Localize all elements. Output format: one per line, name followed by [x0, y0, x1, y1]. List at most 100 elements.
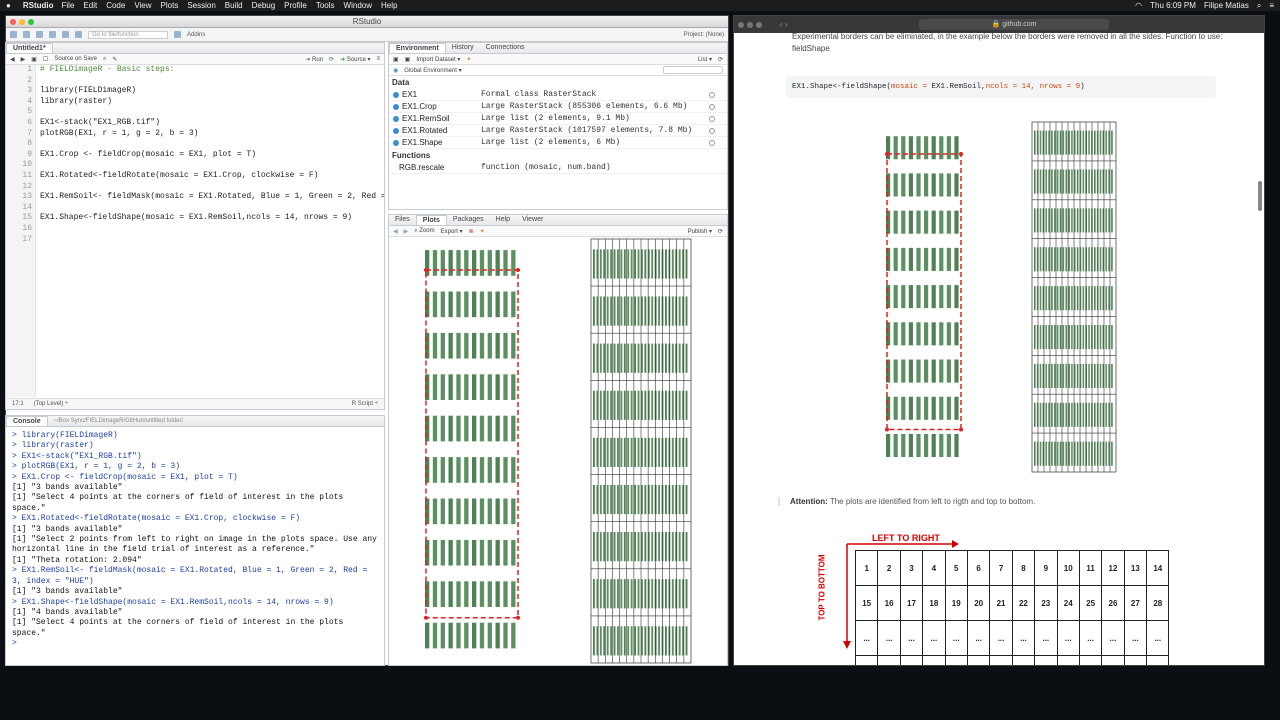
code-line[interactable] — [40, 182, 384, 193]
search-icon[interactable]: ⌕ — [1257, 1, 1261, 11]
menu-session[interactable]: Session — [187, 1, 215, 10]
env-row[interactable]: EX1 Formal class RasterStack — [389, 89, 727, 101]
prev-plot-icon[interactable]: ◀ — [393, 228, 398, 235]
addins-button[interactable]: Addins — [187, 32, 205, 38]
code-line[interactable]: plotRGB(EX1, r = 1, g = 2, b = 3) — [40, 129, 384, 140]
menu-debug[interactable]: Debug — [252, 1, 276, 10]
tab-help[interactable]: Help — [490, 215, 516, 225]
wifi-icon[interactable]: ◠ — [1135, 1, 1142, 10]
menu-plots[interactable]: Plots — [161, 1, 179, 10]
menu-icon[interactable]: ≡ — [1269, 1, 1274, 10]
tab-console[interactable]: Console — [6, 416, 48, 426]
tab-viewer[interactable]: Viewer — [516, 215, 549, 225]
tab-connections[interactable]: Connections — [480, 43, 531, 53]
expand-icon[interactable] — [393, 103, 399, 110]
refresh-icon[interactable]: ⟳ — [718, 56, 723, 63]
view-icon[interactable] — [709, 115, 715, 122]
code-line[interactable] — [40, 203, 384, 214]
broom-icon[interactable]: ✦ — [466, 56, 471, 63]
save-workspace-icon[interactable]: ▣ — [405, 56, 411, 63]
export-button[interactable]: Export ▾ — [441, 228, 463, 235]
env-search-input[interactable] — [663, 66, 723, 74]
menu-view[interactable]: View — [134, 1, 151, 10]
menu-build[interactable]: Build — [225, 1, 243, 10]
code-line[interactable] — [40, 235, 384, 246]
expand-icon[interactable] — [393, 127, 399, 134]
browser-scrollbar[interactable] — [1258, 181, 1262, 211]
code-line[interactable]: EX1.Shape<-fieldShape(mosaic = EX1.RemSo… — [40, 213, 384, 224]
minimize-icon[interactable] — [747, 22, 753, 28]
code-line[interactable]: library(raster) — [40, 97, 384, 108]
tab-packages[interactable]: Packages — [447, 215, 490, 225]
working-dir[interactable]: ~/Box Sync/FIELDimageR/GitHub/untitled f… — [54, 418, 184, 424]
tab-environment[interactable]: Environment — [389, 43, 446, 53]
minimize-icon[interactable] — [19, 19, 25, 25]
save-icon[interactable]: ▣ — [31, 56, 37, 63]
menu-edit[interactable]: Edit — [83, 1, 97, 10]
code-line[interactable]: EX1.Crop <- fieldCrop(mosaic = EX1, plot… — [40, 150, 384, 161]
app-name[interactable]: RStudio — [23, 1, 54, 10]
view-icon[interactable] — [709, 91, 715, 98]
publish-button[interactable]: Publish ▾ — [688, 228, 712, 235]
zoom-icon[interactable] — [28, 19, 34, 25]
menu-window[interactable]: Window — [344, 1, 372, 10]
env-row[interactable]: EX1.RemSoil Large list (2 elements, 9.1 M… — [389, 113, 727, 125]
tab-untitled1[interactable]: Untitled1* — [6, 43, 53, 53]
refresh-icon[interactable]: ⟳ — [718, 228, 723, 235]
wand-icon[interactable]: ✎ — [112, 56, 117, 63]
code-line[interactable]: # FIELDimageR - Basic steps: — [40, 65, 384, 76]
new-file-icon[interactable] — [10, 31, 17, 38]
apple-icon[interactable]: ● — [6, 1, 11, 10]
expand-icon[interactable] — [393, 139, 399, 146]
rerun-icon[interactable]: ⟳ — [329, 56, 334, 63]
grid-icon[interactable] — [174, 31, 181, 38]
back-icon[interactable]: ‹ › — [780, 20, 788, 29]
env-row[interactable]: EX1.Crop Large RasterStack (855306 elemen… — [389, 101, 727, 113]
console-output[interactable]: > library(FIELDimageR) > library(raster) >… — [6, 428, 384, 665]
user-name[interactable]: Filipe Matias — [1204, 1, 1249, 10]
clock[interactable]: Thu 6:09 PM — [1150, 1, 1196, 10]
menu-file[interactable]: File — [62, 1, 75, 10]
code-lines[interactable]: # FIELDimageR - Basic steps: library(FIEL… — [40, 65, 384, 245]
new-project-icon[interactable] — [23, 31, 30, 38]
plot-canvas[interactable] — [389, 237, 727, 665]
scope-menu[interactable]: (Top Level) ÷ — [34, 401, 69, 407]
code-line[interactable] — [40, 224, 384, 235]
code-line[interactable] — [40, 107, 384, 118]
tab-files[interactable]: Files — [389, 215, 416, 225]
code-line[interactable] — [40, 76, 384, 87]
view-icon[interactable] — [709, 127, 715, 134]
global-env-menu[interactable]: Global Environment ▾ — [404, 67, 461, 74]
next-plot-icon[interactable]: ▶ — [404, 228, 409, 235]
code-line[interactable] — [40, 139, 384, 150]
import-dataset-button[interactable]: Import Dataset ▾ — [416, 56, 460, 63]
code-line[interactable]: EX1.RemSoil<- fieldMask(mosaic = EX1.Rot… — [40, 192, 384, 203]
save-icon[interactable] — [49, 31, 56, 38]
project-menu[interactable]: Project: (None) — [684, 32, 724, 38]
forward-arrow-icon[interactable]: ▶ — [21, 56, 26, 63]
tab-history[interactable]: History — [446, 43, 480, 53]
expand-icon[interactable] — [393, 115, 399, 122]
code-line[interactable] — [40, 160, 384, 171]
print-icon[interactable] — [75, 31, 82, 38]
broom-icon[interactable]: ✦ — [480, 228, 485, 235]
load-icon[interactable]: ▣ — [393, 56, 399, 63]
code-line[interactable]: library(FIELDimageR) — [40, 86, 384, 97]
code-line[interactable]: EX1<-stack("EX1_RGB.tif") — [40, 118, 384, 129]
zoom-button[interactable]: ⌕ Zoom — [414, 228, 434, 235]
zoom-icon[interactable] — [756, 22, 762, 28]
env-row[interactable]: EX1.Shape Large list (2 elements, 6 Mb) — [389, 137, 727, 149]
address-bar[interactable]: 🔒 github.com — [919, 19, 1109, 30]
search-icon[interactable]: ⌕ — [103, 56, 106, 63]
list-view-menu[interactable]: List ▾ — [698, 56, 712, 63]
menu-tools[interactable]: Tools — [316, 1, 335, 10]
run-button[interactable]: ➜ Run — [305, 56, 323, 63]
expand-icon[interactable] — [393, 91, 399, 98]
save-all-icon[interactable] — [62, 31, 69, 38]
outline-icon[interactable]: ≡ — [376, 56, 380, 62]
view-icon[interactable] — [709, 139, 715, 146]
close-icon[interactable] — [738, 22, 744, 28]
tab-plots[interactable]: Plots — [415, 215, 447, 225]
menu-profile[interactable]: Profile — [284, 1, 307, 10]
back-arrow-icon[interactable]: ◀ — [10, 56, 15, 63]
